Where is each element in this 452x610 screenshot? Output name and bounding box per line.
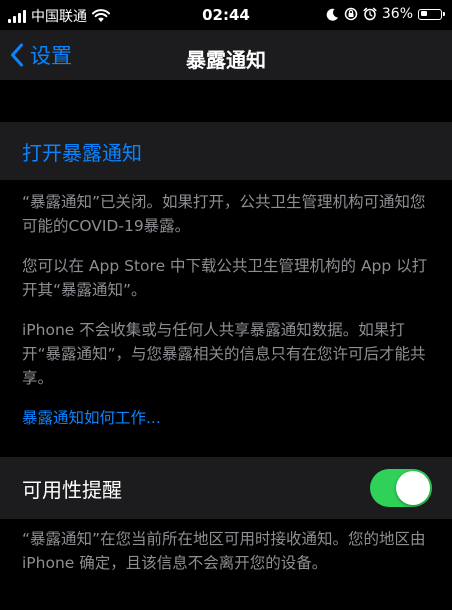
how-it-works-link[interactable]: 暴露通知如何工作... — [22, 406, 161, 428]
turn-on-exposure-notifications-button[interactable]: 打开暴露通知 — [22, 137, 142, 166]
status-right: 36% — [326, 6, 445, 22]
availability-alerts-cell: 可用性提醒 — [0, 457, 452, 519]
status-bar: 中国联通 02:44 36% — [0, 0, 452, 30]
turn-on-cell[interactable]: 打开暴露通知 — [0, 122, 452, 180]
moon-icon — [326, 8, 338, 21]
availability-alerts-label: 可用性提醒 — [22, 478, 122, 502]
battery-level — [420, 11, 427, 16]
page-title: 暴露通知 — [186, 48, 266, 72]
availability-footer: “暴露通知”在您当前所在地区可用时接收通知。您的地区由 iPhone 确定，且该… — [22, 530, 426, 572]
alarm-icon — [363, 7, 377, 21]
orientation-lock-icon — [344, 7, 358, 21]
availability-alerts-toggle[interactable] — [370, 469, 432, 507]
navigation-bar: 设置 暴露通知 — [0, 30, 452, 80]
info-paragraph-status: “暴露通知”已关闭。如果打开，公共卫生管理机构可通知您可能的COVID-19暴露… — [22, 193, 426, 235]
info-paragraph-app-store: 您可以在 App Store 中下载公共卫生管理机构的 App 以打开其“暴露通… — [22, 257, 428, 299]
toggle-knob — [396, 471, 430, 505]
info-paragraph-privacy: iPhone 不会收集或与任何人共享暴露通知数据。如果打开“暴露通知”，与您暴露… — [22, 321, 426, 387]
battery-percent: 36% — [381, 6, 413, 22]
battery-icon — [418, 8, 445, 20]
